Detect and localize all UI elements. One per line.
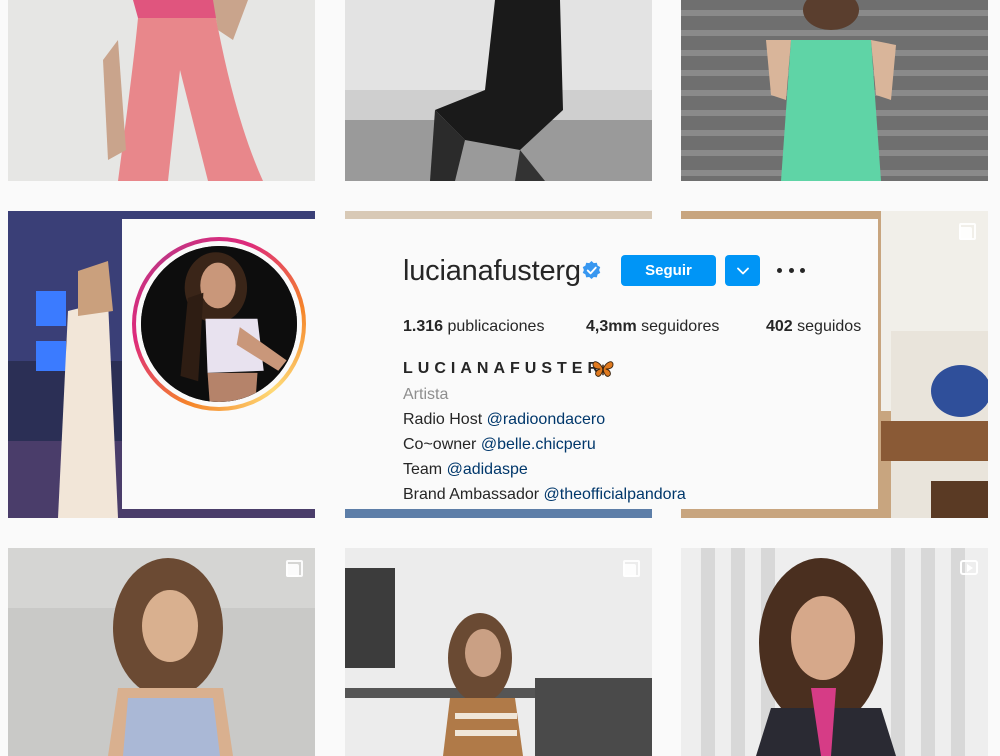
story-ring[interactable] <box>132 237 306 411</box>
bio-mention-link[interactable]: @adidaspe <box>447 461 528 478</box>
post-tile[interactable] <box>681 0 988 181</box>
carousel-icon <box>959 223 976 240</box>
posts-count: 1.316 publicaciones <box>403 318 545 335</box>
chevron-down-icon <box>736 267 749 274</box>
post-tile[interactable] <box>8 548 315 756</box>
instagram-profile-page: lucianafusterg Seguir 1.316 publicacione… <box>0 0 1000 756</box>
post-image <box>345 548 652 756</box>
bio-line: Brand Ambassador @theofficialpandora <box>403 486 686 503</box>
carousel-icon <box>286 560 303 577</box>
suggested-dropdown-button[interactable] <box>725 255 760 286</box>
bio-line: Co~owner @belle.chicperu <box>403 436 596 453</box>
post-tile[interactable] <box>345 548 652 756</box>
post-image <box>8 0 315 181</box>
username: lucianafusterg <box>403 255 581 287</box>
more-horizontal-icon[interactable] <box>777 259 805 281</box>
post-image <box>345 0 652 181</box>
followers-link[interactable]: 4,3mm seguidores <box>586 318 719 336</box>
video-icon <box>960 560 978 575</box>
following-link[interactable]: 402 seguidos <box>766 318 861 336</box>
bio-mention-link[interactable]: @radioondacero <box>487 411 606 428</box>
bio-mention-link[interactable]: @belle.chicperu <box>481 436 596 453</box>
post-tile[interactable] <box>8 0 315 181</box>
bio-line: Team @adidaspe <box>403 461 528 478</box>
butterfly-emoji <box>592 361 614 377</box>
avatar[interactable] <box>141 246 297 402</box>
bio-line: Radio Host @radioondacero <box>403 411 606 428</box>
post-tile[interactable] <box>345 0 652 181</box>
post-image <box>681 548 988 756</box>
profile-category: Artista <box>403 386 449 403</box>
post-tile[interactable] <box>681 548 988 756</box>
full-name: LUCIANAFUSTER <box>403 360 604 377</box>
bio-mention-link[interactable]: @theofficialpandora <box>544 486 686 503</box>
carousel-icon <box>623 560 640 577</box>
post-image <box>681 0 988 181</box>
profile-header: lucianafusterg Seguir 1.316 publicacione… <box>122 219 878 509</box>
post-image <box>8 548 315 756</box>
follow-button[interactable]: Seguir <box>621 255 716 286</box>
verified-badge-icon <box>582 261 601 280</box>
avatar-image <box>141 246 297 402</box>
